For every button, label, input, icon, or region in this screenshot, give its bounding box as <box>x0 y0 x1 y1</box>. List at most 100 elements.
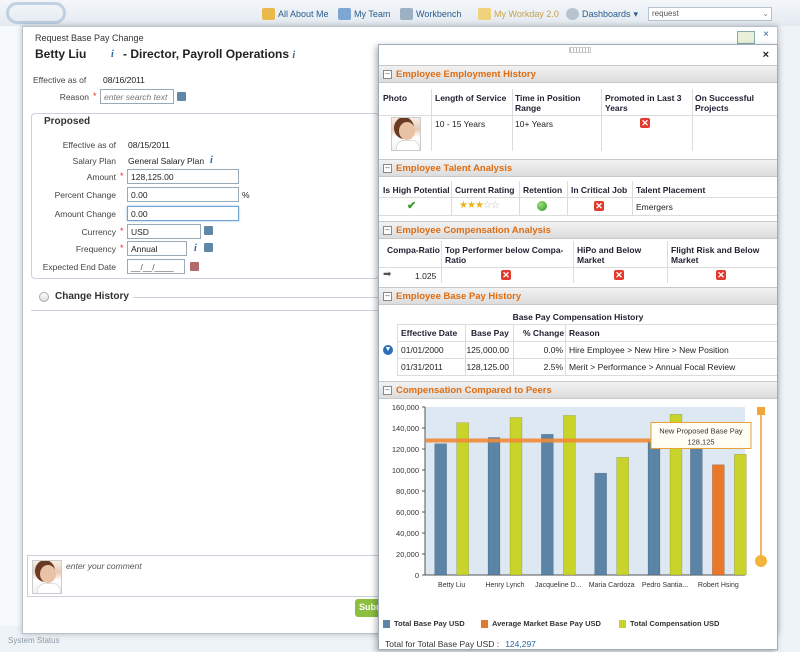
nav-all-about-me[interactable]: All About Me <box>262 8 329 20</box>
legend-item: Total Base Pay USD <box>383 619 465 628</box>
percent-change-label: Percent Change <box>54 190 116 200</box>
salary-plan-value: General Salary Plan <box>128 156 205 166</box>
bar-2 <box>734 454 747 576</box>
collapse-icon[interactable]: – <box>383 164 392 173</box>
frequency-input[interactable]: Annual <box>127 241 187 256</box>
section-employment-history[interactable]: – Employee Employment History <box>379 65 777 83</box>
no-icon: ✕ <box>640 118 650 128</box>
reason-input[interactable]: enter search text <box>100 89 174 104</box>
amount-change-input[interactable]: 0.00 <box>127 206 239 221</box>
row-divider <box>397 341 777 342</box>
total-base-pay: Total for Total Base Pay USD : 124,297 <box>385 639 536 649</box>
search-value: request <box>652 9 679 18</box>
row-divider <box>379 197 777 198</box>
system-status-link[interactable]: System Status <box>8 636 60 645</box>
chart-toggle-button[interactable] <box>737 31 755 44</box>
section-title: Employee Employment History <box>396 69 536 80</box>
nav-my-workday[interactable]: My Workday 2.0 <box>478 8 559 20</box>
info-icon[interactable]: i <box>210 155 213 166</box>
history-date: 01/31/2011 <box>401 362 443 372</box>
amount-label: Amount <box>86 172 116 182</box>
employee-name[interactable]: Betty Liu <box>35 47 86 61</box>
col-header: Flight Risk and Below Market <box>671 245 760 265</box>
rating-stars: ★★★☆☆ <box>459 200 500 211</box>
amount-input[interactable]: 128,125.00 <box>127 169 239 184</box>
checkmark-icon: ✔ <box>407 200 417 212</box>
peer-comparison-chart: 0 20,000 40,000 60,000 80,000 100,000 120,000 1… <box>392 403 767 589</box>
table-title: Base Pay Compensation History <box>512 312 644 322</box>
close-icon[interactable]: × <box>763 49 769 61</box>
arrow-right-icon[interactable]: ➡ <box>383 269 391 280</box>
col-header: On Successful Projects <box>695 93 755 113</box>
section-compensation-peers[interactable]: – Compensation Compared to Peers <box>379 381 777 399</box>
col-divider <box>512 89 513 151</box>
star-empty-icon: ☆ <box>490 200 500 211</box>
section-talent-analysis[interactable]: – Employee Talent Analysis <box>379 159 777 177</box>
history-pay: 125,000.00 <box>466 345 509 355</box>
col-divider <box>565 324 566 375</box>
info-icon[interactable]: i <box>194 243 197 254</box>
section-title: Employee Talent Analysis <box>396 163 513 174</box>
dialog-title: Request Base Pay Change <box>35 33 144 43</box>
col-header: Effective Date <box>401 328 458 338</box>
prompt-list-icon[interactable] <box>204 226 213 235</box>
nav-label: My Team <box>354 9 391 19</box>
history-reason: Merit > Performance > Annual Focal Revie… <box>569 362 736 372</box>
comment-input[interactable]: enter your comment <box>66 561 142 571</box>
frequency-label: Frequency <box>75 244 116 254</box>
dashboard-icon <box>566 8 579 20</box>
global-search-input[interactable]: request ⌄ <box>648 7 772 21</box>
drag-handle[interactable] <box>569 47 591 53</box>
change-history-heading[interactable]: Change History <box>55 291 129 302</box>
background-sidebar <box>0 26 24 626</box>
col-divider <box>451 181 452 215</box>
bar-0 <box>487 437 501 576</box>
section-compensation-analysis[interactable]: – Employee Compensation Analysis <box>379 221 777 239</box>
info-icon[interactable]: i <box>292 50 295 61</box>
legend-label: Total Base Pay USD <box>394 619 465 628</box>
calendar-icon[interactable] <box>190 262 199 271</box>
bar-0 <box>541 434 554 576</box>
nav-workbench[interactable]: Workbench <box>400 8 461 20</box>
expand-row-icon[interactable]: ▼ <box>383 345 393 355</box>
salary-plan-label: Salary Plan <box>72 156 116 166</box>
close-icon[interactable]: × <box>763 29 769 40</box>
end-date-input[interactable]: __/__/____ <box>127 259 185 274</box>
currency-input[interactable]: USD <box>127 224 201 239</box>
divider <box>133 297 379 298</box>
section-base-pay-history[interactable]: – Employee Base Pay History <box>379 287 777 305</box>
effective-label: Effective as of <box>33 75 87 85</box>
amount-change-label: Amount Change <box>54 209 116 219</box>
prompt-list-icon[interactable] <box>204 243 213 252</box>
percent-change-input[interactable]: 0.00 <box>127 187 239 202</box>
col-divider <box>632 181 633 215</box>
y-tick-label: 40,000 <box>396 529 419 538</box>
y-tick-label: 60,000 <box>396 508 419 517</box>
bar-0 <box>434 443 447 576</box>
compa-ratio-value: 1.025 <box>415 271 437 281</box>
workday-logo[interactable] <box>6 2 66 24</box>
section-title: Employee Base Pay History <box>396 291 522 302</box>
x-tick-label: Maria Cardoza <box>589 582 635 589</box>
collapse-icon[interactable]: – <box>383 70 392 79</box>
legend-swatch <box>619 619 626 628</box>
collapse-icon[interactable]: – <box>383 292 392 301</box>
collapse-icon[interactable]: – <box>383 226 392 235</box>
row-divider <box>397 324 777 325</box>
no-icon: ✕ <box>501 270 511 280</box>
nav-dashboards[interactable]: Dashboards ▾ <box>566 8 638 20</box>
prompt-list-icon[interactable] <box>177 92 186 101</box>
change-history-toggle[interactable] <box>39 292 49 302</box>
nav-my-team[interactable]: My Team <box>338 8 390 20</box>
retention-status-icon <box>537 201 547 211</box>
info-icon[interactable]: i <box>111 49 114 60</box>
comment-box[interactable]: enter your comment <box>27 555 379 597</box>
employee-role: - Director, Payroll Operations i <box>123 47 295 61</box>
collapse-icon[interactable]: – <box>383 386 392 395</box>
y-tick-label: 0 <box>415 571 419 580</box>
col-divider <box>692 89 693 151</box>
required-marker: * <box>120 171 124 181</box>
bar-2 <box>616 457 629 576</box>
col-header: In Critical Job <box>571 185 628 195</box>
nav-label: Workbench <box>416 9 462 19</box>
